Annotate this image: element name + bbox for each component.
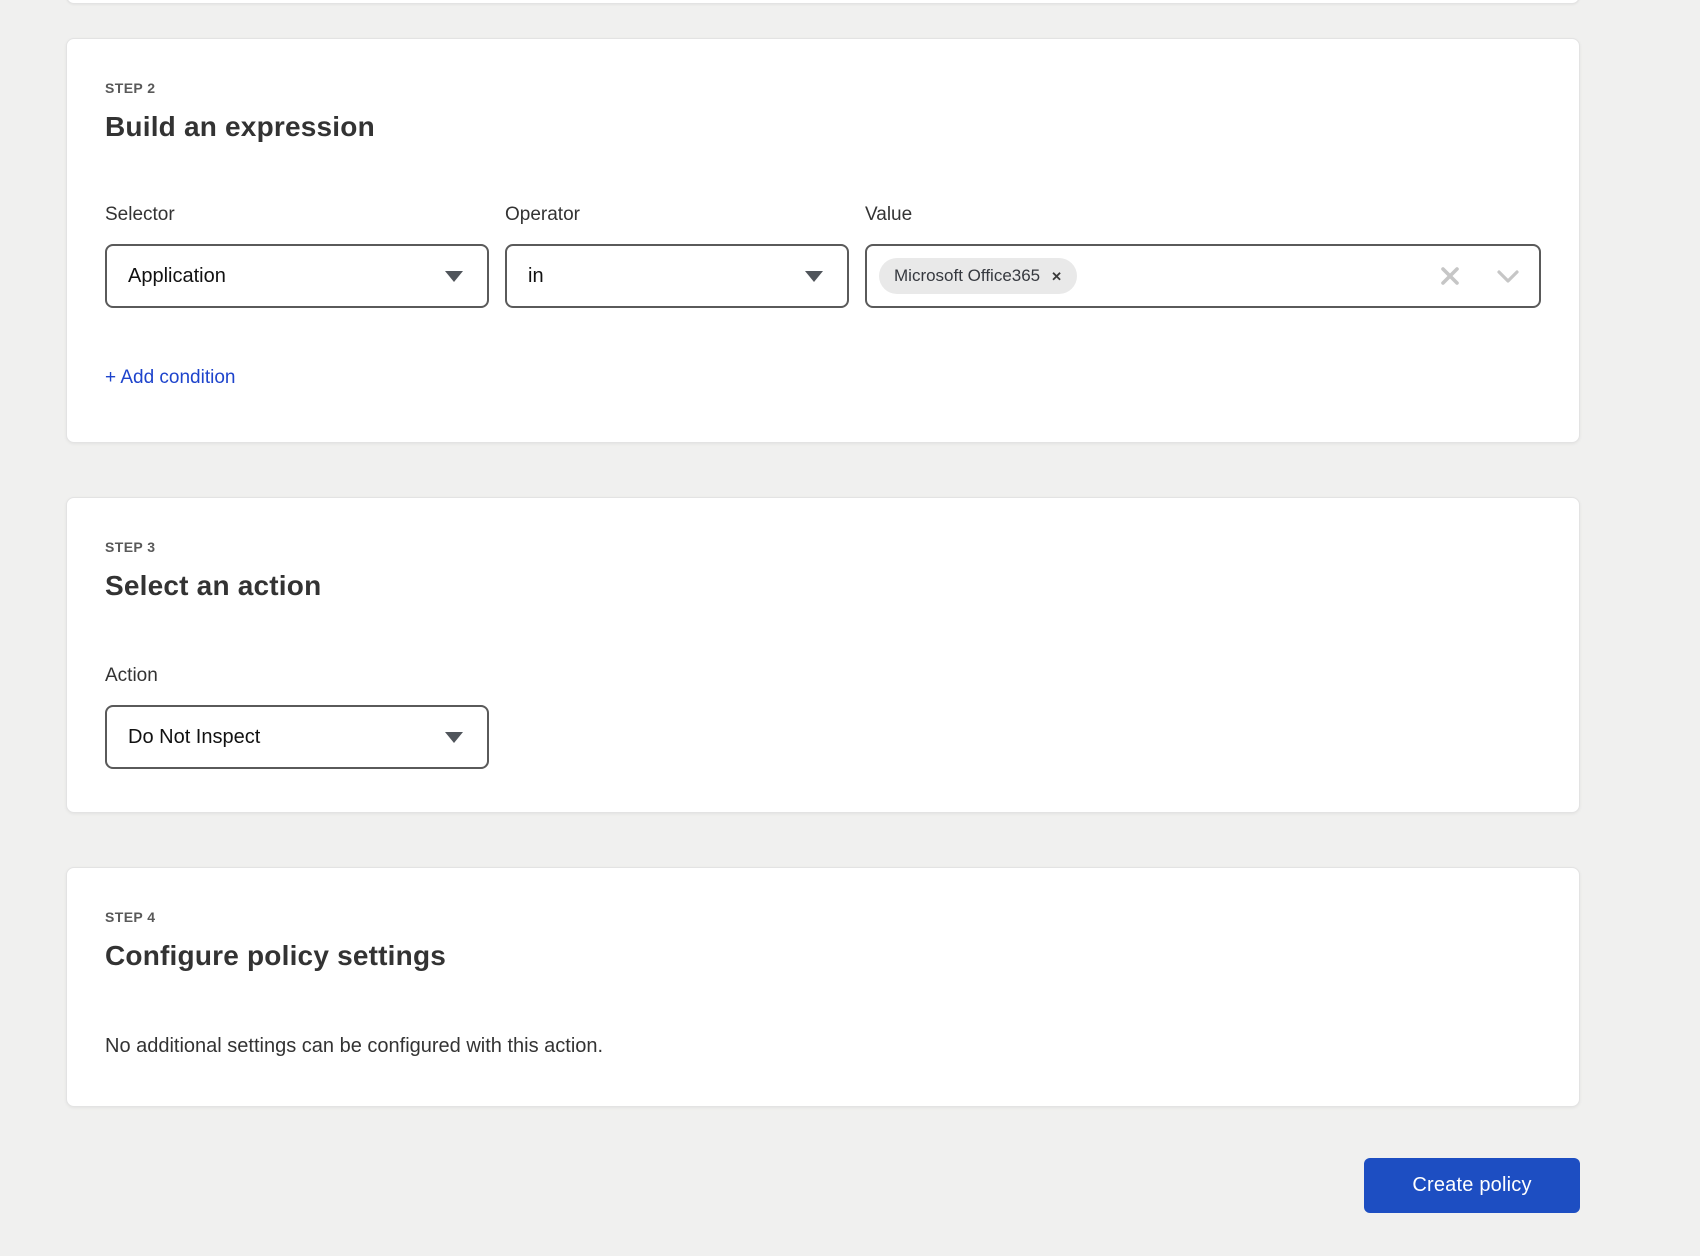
expression-condition-row: Selector Application Operator in Value M…: [105, 203, 1541, 308]
operator-label: Operator: [505, 203, 849, 227]
policy-builder-page: STEP 2 Build an expression Selector Appl…: [0, 0, 1700, 1256]
operator-field: Operator in: [505, 203, 849, 308]
previous-card-bottom-edge: [66, 0, 1580, 4]
caret-down-icon: [805, 271, 823, 282]
step4-title: Configure policy settings: [105, 938, 1541, 974]
selector-label: Selector: [105, 203, 489, 227]
action-selected-value: Do Not Inspect: [128, 726, 260, 749]
selector-dropdown[interactable]: Application: [105, 244, 489, 308]
action-label: Action: [105, 664, 489, 688]
action-field: Action Do Not Inspect: [105, 664, 489, 769]
step4-card: STEP 4 Configure policy settings No addi…: [66, 867, 1580, 1107]
clear-selection-icon[interactable]: [1439, 265, 1461, 287]
value-multiselect-input[interactable]: Microsoft Office365 ✕: [865, 244, 1541, 308]
caret-down-icon: [445, 732, 463, 743]
value-field: Value Microsoft Office365 ✕: [865, 203, 1541, 308]
selector-field: Selector Application: [105, 203, 489, 308]
selector-selected-value: Application: [128, 265, 226, 288]
caret-down-icon: [445, 271, 463, 282]
operator-selected-value: in: [528, 265, 544, 288]
create-policy-button[interactable]: Create policy: [1364, 1158, 1580, 1213]
value-field-controls: [1439, 265, 1519, 287]
operator-dropdown[interactable]: in: [505, 244, 849, 308]
no-settings-note: No additional settings can be configured…: [105, 1032, 1541, 1060]
step4-eyebrow: STEP 4: [105, 908, 1541, 926]
step2-card: STEP 2 Build an expression Selector Appl…: [66, 38, 1580, 443]
step3-title: Select an action: [105, 568, 1541, 604]
value-tag-label: Microsoft Office365: [894, 266, 1040, 286]
chevron-down-icon[interactable]: [1497, 270, 1519, 283]
step2-title: Build an expression: [105, 109, 1541, 145]
value-tag: Microsoft Office365 ✕: [879, 258, 1077, 294]
step2-eyebrow: STEP 2: [105, 79, 1541, 97]
value-label: Value: [865, 203, 1541, 227]
step3-card: STEP 3 Select an action Action Do Not In…: [66, 497, 1580, 813]
step3-eyebrow: STEP 3: [105, 538, 1541, 556]
action-dropdown[interactable]: Do Not Inspect: [105, 705, 489, 769]
add-condition-link[interactable]: + Add condition: [105, 366, 235, 390]
tag-remove-icon[interactable]: ✕: [1051, 270, 1062, 283]
